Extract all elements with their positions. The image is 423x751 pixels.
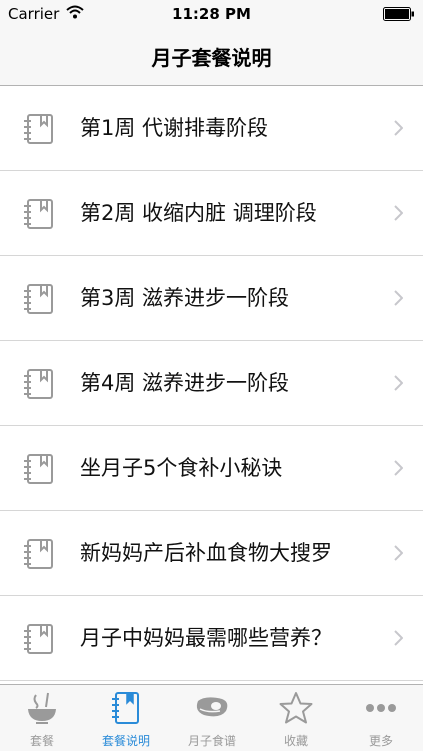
list-item-label: 第1周 代谢排毒阶段 [80,116,269,140]
tab-label: 更多 [368,734,393,748]
book-icon [22,623,56,655]
tab-set-meal-info[interactable]: 套餐说明 [84,685,168,751]
chevron-right-icon [393,290,404,306]
list-item[interactable]: 第2周 收缩内脏 调理阶段 [0,171,423,256]
tab-label: 套餐说明 [101,734,150,748]
tab-more[interactable]: 更多 [339,685,423,751]
tab-label: 月子食谱 [187,734,236,748]
book-icon [84,691,168,725]
chevron-right-icon [393,120,404,136]
chevron-right-icon [393,460,404,476]
tab-bar: 套餐 套餐说明 月子食谱 收藏 更多 [0,684,423,751]
list-item-label: 第3周 滋养进步一阶段 [80,286,290,310]
meat-icon [170,691,254,725]
chevron-right-icon [393,205,404,221]
status-time: 11:28 PM [172,5,251,23]
list-item-label: 月子中妈妈最需哪些营养？ [80,626,332,650]
bowl-icon [0,691,84,725]
chevron-right-icon [393,375,404,391]
tab-favorites[interactable]: 收藏 [254,685,338,751]
list-item[interactable]: 坐月子5个食补小秘诀 [0,426,423,511]
tab-recipes[interactable]: 月子食谱 [170,685,254,751]
chevron-right-icon [393,545,404,561]
article-list: 第1周 代谢排毒阶段 第2周 收缩内脏 调理阶段 第3周 滋养进步一阶段 第4周… [0,86,423,683]
list-item-label: 新妈妈产后补血食物大搜罗 [80,541,332,565]
list-item-label: 坐月子5个食补小秘诀 [80,456,283,480]
list-item[interactable]: 月子中妈妈最需哪些营养？ [0,596,423,681]
star-icon [254,691,338,725]
page-title: 月子套餐说明 [151,46,272,70]
tab-set-meal[interactable]: 套餐 [0,685,84,751]
list-item[interactable]: 第3周 滋养进步一阶段 [0,256,423,341]
tab-label: 套餐 [29,734,54,748]
list-item-label: 第4周 滋养进步一阶段 [80,371,290,395]
navigation-bar: 月子套餐说明 [0,28,423,86]
book-icon [22,283,56,315]
book-icon [22,113,56,145]
book-icon [22,368,56,400]
book-icon [22,538,56,570]
book-icon [22,453,56,485]
more-icon [339,691,423,725]
book-icon [22,198,56,230]
list-item[interactable]: 第4周 滋养进步一阶段 [0,341,423,426]
list-item-label: 第2周 收缩内脏 调理阶段 [80,201,317,225]
battery-icon [383,7,415,21]
chevron-right-icon [393,630,404,646]
list-item[interactable]: 新妈妈产后补血食物大搜罗 [0,511,423,596]
tab-label: 收藏 [283,734,308,748]
list-item[interactable]: 第1周 代谢排毒阶段 [0,86,423,171]
status-bar: Carrier 11:28 PM [0,0,423,28]
